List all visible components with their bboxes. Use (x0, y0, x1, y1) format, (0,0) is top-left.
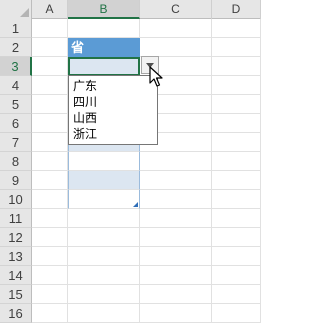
column-header-b[interactable]: B (68, 0, 140, 19)
dropdown-option[interactable]: 四川 (69, 94, 157, 110)
cell-d2[interactable] (212, 38, 261, 57)
cell-b15[interactable] (68, 285, 140, 304)
cell-a2[interactable] (32, 38, 68, 57)
cell-b1[interactable] (68, 19, 140, 38)
cell-c14[interactable] (140, 266, 212, 285)
select-all-triangle-icon (20, 8, 29, 17)
cell-d7[interactable] (212, 133, 261, 152)
cell-a4[interactable] (32, 76, 68, 95)
table-row[interactable] (68, 190, 140, 209)
cell-a9[interactable] (32, 171, 68, 190)
cell-d9[interactable] (212, 171, 261, 190)
select-all-button[interactable] (0, 0, 32, 19)
cell-c15[interactable] (140, 285, 212, 304)
dropdown-option[interactable]: 浙江 (69, 126, 157, 142)
cell-b12[interactable] (68, 228, 140, 247)
cell-b13[interactable] (68, 247, 140, 266)
cell-a15[interactable] (32, 285, 68, 304)
row-header-8[interactable]: 8 (0, 152, 32, 171)
row-header-3[interactable]: 3 (0, 57, 32, 76)
cell-d12[interactable] (212, 228, 261, 247)
cell-b11[interactable] (68, 209, 140, 228)
cell-a7[interactable] (32, 133, 68, 152)
cell-d4[interactable] (212, 76, 261, 95)
cell-d8[interactable] (212, 152, 261, 171)
cell-d10[interactable] (212, 190, 261, 209)
row-header-2[interactable]: 2 (0, 38, 32, 57)
row-header-5[interactable]: 5 (0, 95, 32, 114)
cell-d13[interactable] (212, 247, 261, 266)
cell-a11[interactable] (32, 209, 68, 228)
row-header-15[interactable]: 15 (0, 285, 32, 304)
mouse-pointer-icon (149, 66, 163, 87)
column-header-a[interactable]: A (32, 0, 68, 19)
cell-a12[interactable] (32, 228, 68, 247)
cell-b16[interactable] (68, 304, 140, 323)
column-header-c[interactable]: C (140, 0, 212, 19)
cell-c9[interactable] (140, 171, 212, 190)
cell-c13[interactable] (140, 247, 212, 266)
spreadsheet-grid: A B C D 1 2 3 4 5 6 7 8 9 10 11 12 13 14 15 16 省 广东 四川 … (0, 0, 261, 323)
cell-a6[interactable] (32, 114, 68, 133)
cell-a5[interactable] (32, 95, 68, 114)
row-header-1[interactable]: 1 (0, 19, 32, 38)
row-header-13[interactable]: 13 (0, 247, 32, 266)
row-header-10[interactable]: 10 (0, 190, 32, 209)
cell-c12[interactable] (140, 228, 212, 247)
cell-c10[interactable] (140, 190, 212, 209)
dropdown-option[interactable]: 山西 (69, 110, 157, 126)
cell-c1[interactable] (140, 19, 212, 38)
cell-c2[interactable] (140, 38, 212, 57)
active-cell[interactable] (68, 57, 140, 76)
cell-a8[interactable] (32, 152, 68, 171)
row-header-14[interactable]: 14 (0, 266, 32, 285)
cell-d1[interactable] (212, 19, 261, 38)
dropdown-option[interactable]: 广东 (69, 78, 157, 94)
row-header-16[interactable]: 16 (0, 304, 32, 323)
row-header-12[interactable]: 12 (0, 228, 32, 247)
cell-c11[interactable] (140, 209, 212, 228)
cell-d15[interactable] (212, 285, 261, 304)
cell-a14[interactable] (32, 266, 68, 285)
column-header-d[interactable]: D (212, 0, 261, 19)
row-header-9[interactable]: 9 (0, 171, 32, 190)
table-header-cell[interactable]: 省 (68, 38, 140, 57)
cell-a16[interactable] (32, 304, 68, 323)
cell-a10[interactable] (32, 190, 68, 209)
row-header-6[interactable]: 6 (0, 114, 32, 133)
table-row[interactable] (68, 171, 140, 190)
row-header-11[interactable]: 11 (0, 209, 32, 228)
cell-d6[interactable] (212, 114, 261, 133)
cell-d5[interactable] (212, 95, 261, 114)
cell-d14[interactable] (212, 266, 261, 285)
cell-b14[interactable] (68, 266, 140, 285)
cell-d11[interactable] (212, 209, 261, 228)
cell-d3[interactable] (212, 57, 261, 76)
row-header-7[interactable]: 7 (0, 133, 32, 152)
cell-a13[interactable] (32, 247, 68, 266)
cell-a1[interactable] (32, 19, 68, 38)
cell-d16[interactable] (212, 304, 261, 323)
cell-c8[interactable] (140, 152, 212, 171)
cell-c16[interactable] (140, 304, 212, 323)
cell-a3[interactable] (32, 57, 68, 76)
table-resize-handle[interactable] (133, 202, 138, 207)
dropdown-list: 广东 四川 山西 浙江 (68, 75, 158, 145)
table-row[interactable] (68, 152, 140, 171)
row-header-4[interactable]: 4 (0, 76, 32, 95)
